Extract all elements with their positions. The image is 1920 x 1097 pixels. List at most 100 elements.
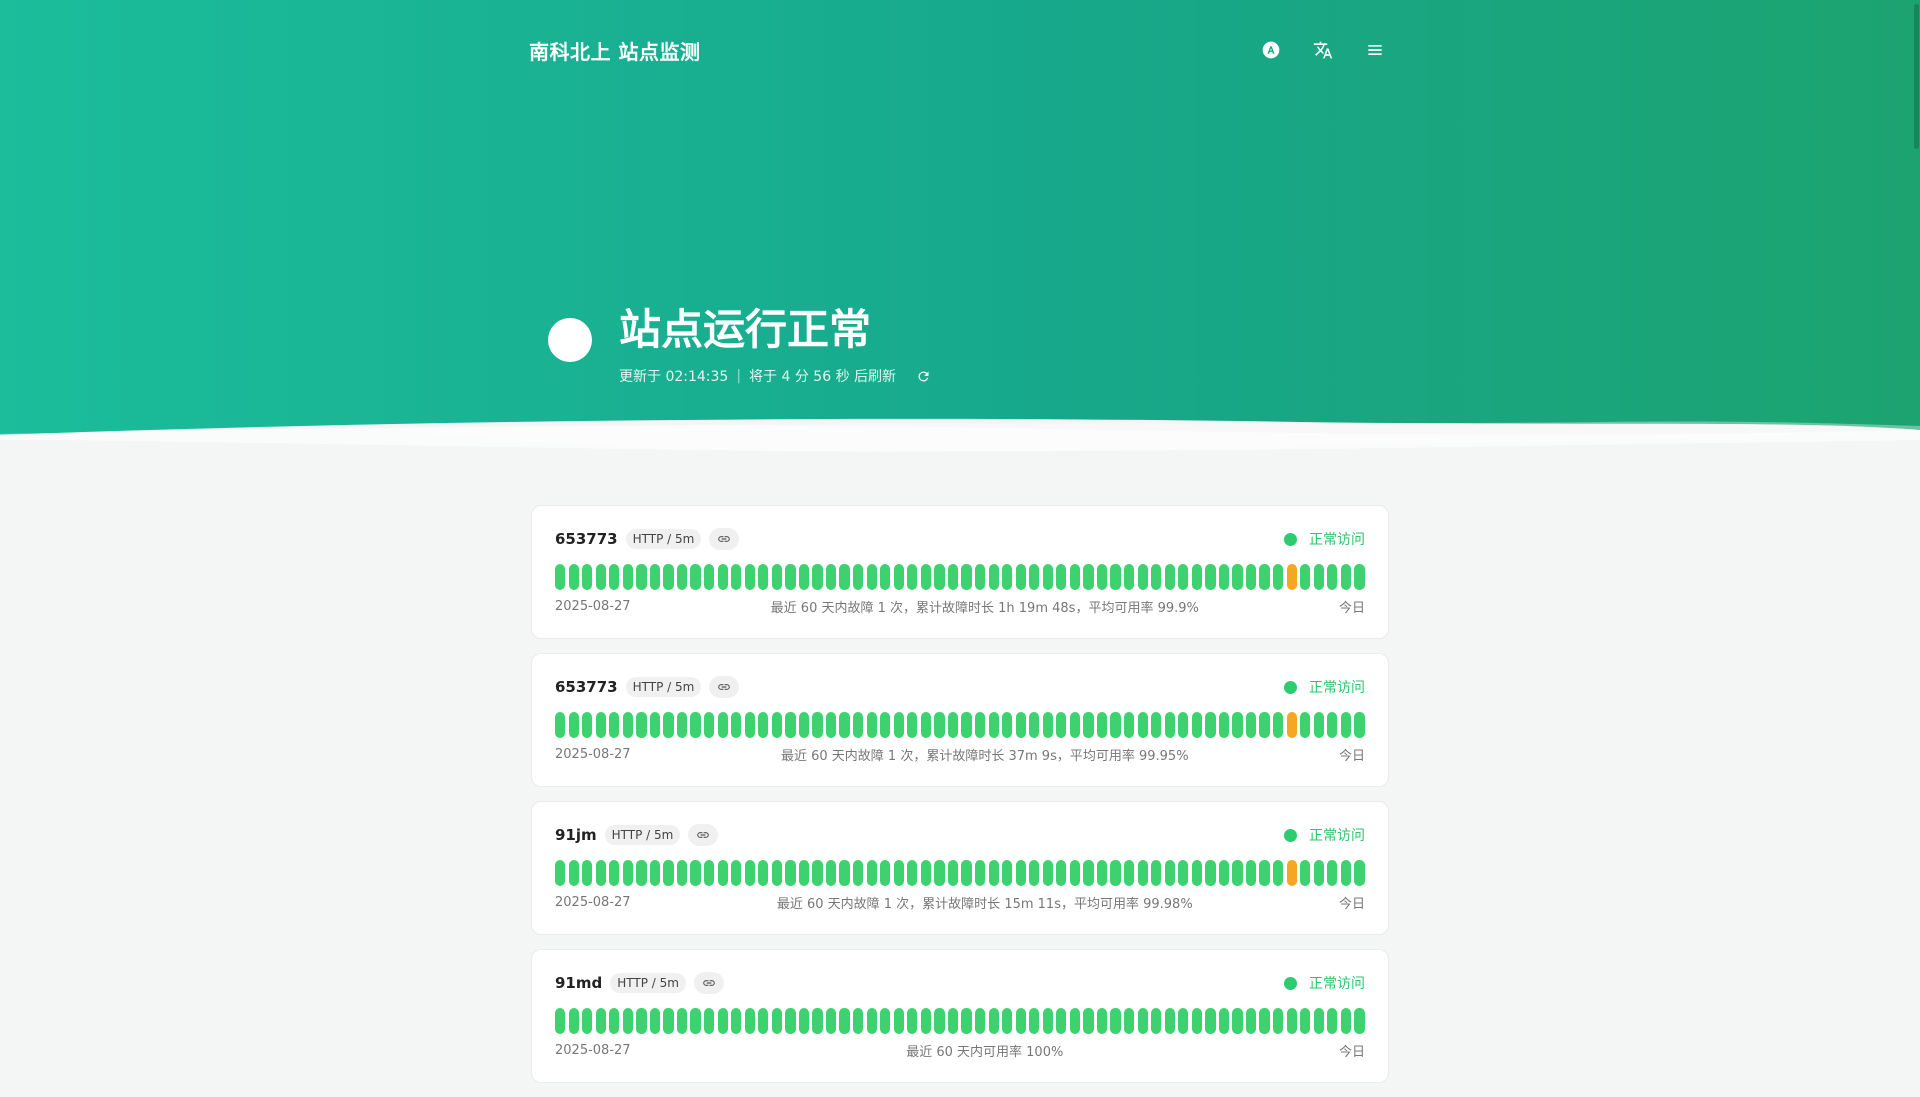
day-bar-up[interactable] [825, 712, 837, 738]
day-bar-up[interactable] [812, 860, 823, 886]
day-bar-up[interactable] [568, 860, 579, 886]
day-bar-up[interactable] [880, 860, 891, 886]
day-bar-up[interactable] [1123, 564, 1135, 590]
day-bar-up[interactable] [595, 712, 606, 738]
day-bar-up[interactable] [1123, 712, 1135, 738]
day-bar-up[interactable] [1164, 712, 1175, 738]
day-bar-up[interactable] [893, 712, 904, 738]
day-bar-up[interactable] [1083, 564, 1094, 590]
day-bar-up[interactable] [1083, 1008, 1094, 1034]
day-bar-up[interactable] [568, 564, 579, 590]
translate-icon[interactable] [1309, 36, 1337, 64]
day-bar-up[interactable] [1083, 712, 1094, 738]
day-bar-up[interactable] [1354, 1008, 1365, 1034]
day-bar-up[interactable] [1218, 564, 1230, 590]
day-bar-up[interactable] [893, 860, 904, 886]
day-bar-up[interactable] [1096, 564, 1108, 590]
day-bar-up[interactable] [1245, 860, 1257, 886]
day-bar-up[interactable] [839, 860, 850, 886]
day-bar-up[interactable] [785, 860, 796, 886]
day-bar-up[interactable] [1042, 712, 1053, 738]
day-bar-up[interactable] [920, 564, 932, 590]
day-bar-up[interactable] [974, 712, 986, 738]
day-bar-up[interactable] [988, 860, 999, 886]
day-bar-up[interactable] [1151, 564, 1162, 590]
day-bar-up[interactable] [1056, 860, 1067, 886]
scrollbar[interactable] [1912, 0, 1920, 1080]
day-bar-up[interactable] [798, 1008, 810, 1034]
day-bar-up[interactable] [812, 564, 823, 590]
day-bar-up[interactable] [825, 860, 837, 886]
day-bar-up[interactable] [1096, 860, 1108, 886]
day-bar-up[interactable] [1340, 712, 1351, 738]
day-bar-up[interactable] [1029, 712, 1040, 738]
day-bar-up[interactable] [1300, 1008, 1311, 1034]
day-bar-up[interactable] [907, 1008, 918, 1034]
day-bar-up[interactable] [690, 1008, 701, 1034]
day-bar-up[interactable] [1123, 860, 1135, 886]
day-bar-up[interactable] [974, 860, 986, 886]
day-bar-up[interactable] [1042, 564, 1053, 590]
day-bar-up[interactable] [676, 860, 688, 886]
day-bar-up[interactable] [1056, 564, 1067, 590]
day-bar-up[interactable] [1232, 1008, 1243, 1034]
day-bar-up[interactable] [1110, 564, 1121, 590]
day-bar-up[interactable] [1327, 860, 1338, 886]
day-bar-up[interactable] [1259, 1008, 1270, 1034]
day-bar-up[interactable] [1340, 1008, 1351, 1034]
day-bar-up[interactable] [663, 712, 674, 738]
day-bar-up[interactable] [1218, 712, 1230, 738]
day-bar-up[interactable] [717, 712, 728, 738]
day-bar-up[interactable] [1205, 712, 1216, 738]
day-bar-up[interactable] [907, 712, 918, 738]
day-bar-up[interactable] [1245, 1008, 1257, 1034]
day-bar-up[interactable] [1259, 712, 1270, 738]
day-bar-up[interactable] [1151, 1008, 1162, 1034]
day-bar-up[interactable] [961, 860, 972, 886]
day-bar-up[interactable] [920, 1008, 932, 1034]
day-bar-up[interactable] [690, 564, 701, 590]
day-bar-up[interactable] [676, 1008, 688, 1034]
day-bar-up[interactable] [785, 712, 796, 738]
day-bar-up[interactable] [947, 712, 959, 738]
day-bar-incident[interactable] [1286, 564, 1297, 590]
day-bar-up[interactable] [1002, 860, 1013, 886]
day-bar-up[interactable] [771, 860, 782, 886]
day-bar-up[interactable] [704, 564, 715, 590]
day-bar-up[interactable] [1137, 860, 1148, 886]
link-icon[interactable] [693, 972, 724, 994]
day-bar-up[interactable] [758, 712, 769, 738]
link-icon[interactable] [688, 824, 719, 846]
day-bar-up[interactable] [568, 1008, 579, 1034]
day-bar-up[interactable] [1354, 712, 1365, 738]
day-bar-up[interactable] [717, 564, 728, 590]
day-bar-up[interactable] [555, 860, 566, 886]
day-bar-up[interactable] [798, 712, 810, 738]
day-bar-up[interactable] [1083, 860, 1094, 886]
day-bar-up[interactable] [961, 1008, 972, 1034]
day-bar-up[interactable] [1259, 860, 1270, 886]
day-bar-up[interactable] [1178, 1008, 1189, 1034]
day-bar-up[interactable] [934, 1008, 945, 1034]
day-bar-up[interactable] [1069, 1008, 1081, 1034]
day-bar-up[interactable] [974, 1008, 986, 1034]
day-bar-up[interactable] [1164, 564, 1175, 590]
day-bar-up[interactable] [609, 1008, 620, 1034]
day-bar-up[interactable] [758, 1008, 769, 1034]
day-bar-up[interactable] [1191, 860, 1202, 886]
day-bar-up[interactable] [1069, 860, 1081, 886]
day-bar-up[interactable] [731, 860, 742, 886]
day-bar-up[interactable] [663, 860, 674, 886]
day-bar-up[interactable] [1137, 564, 1148, 590]
day-bar-up[interactable] [731, 712, 742, 738]
day-bar-up[interactable] [1245, 712, 1257, 738]
day-bar-up[interactable] [731, 1008, 742, 1034]
link-icon[interactable] [709, 676, 740, 698]
day-bar-up[interactable] [636, 712, 647, 738]
day-bar-up[interactable] [825, 564, 837, 590]
scrollbar-thumb[interactable] [1914, 4, 1919, 149]
day-bar-up[interactable] [866, 712, 877, 738]
day-bar-up[interactable] [582, 860, 593, 886]
day-bar-up[interactable] [1015, 712, 1026, 738]
day-bar-up[interactable] [1110, 1008, 1121, 1034]
